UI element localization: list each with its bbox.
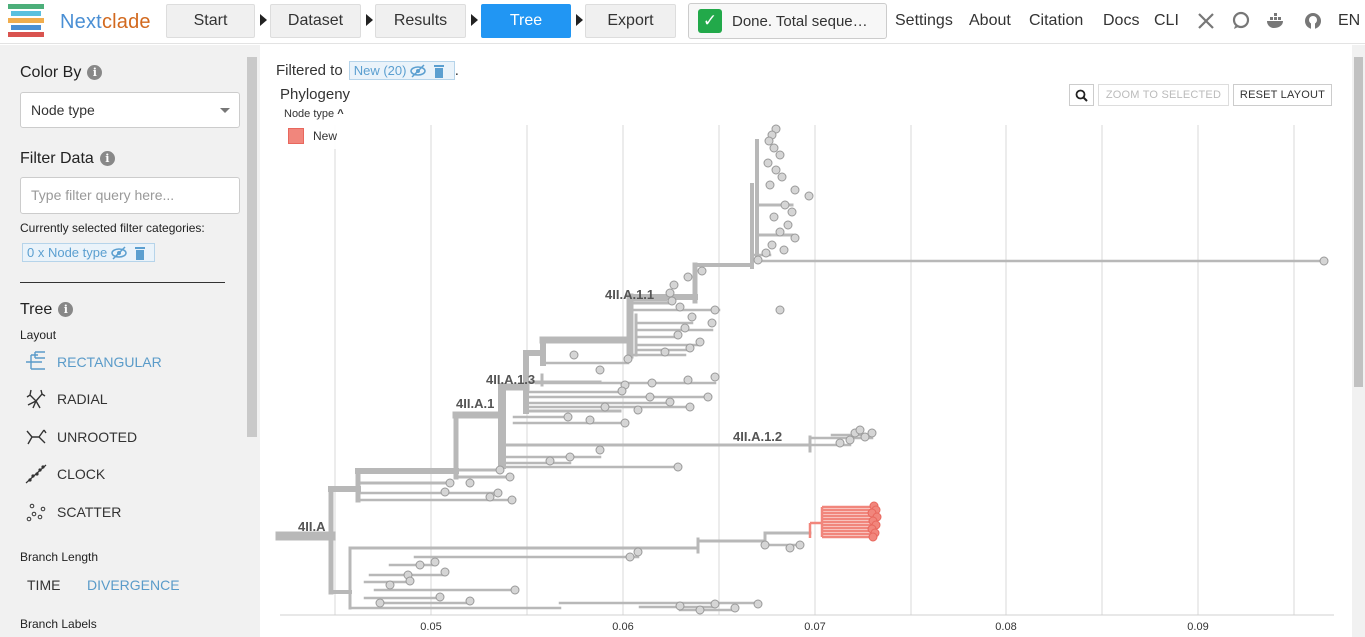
eye-slash-icon[interactable] [110,244,128,261]
x-tick-label: 0.05 [420,621,441,633]
tree-title: Tree [20,301,53,318]
main-panel: Filtered to New (20) . Phylogeny ZOOM TO… [260,45,1365,637]
sidebar-divider [20,282,225,283]
nav-citation-link[interactable]: Citation [1029,12,1083,30]
filter-query-input[interactable]: Type filter query here... [20,177,240,214]
check-icon: ✓ [698,9,722,33]
nav-settings-link[interactable]: Settings [895,12,953,30]
clade-label: 4II.A.1 [456,396,494,411]
step-arrow-icon [576,14,583,26]
step-start[interactable]: Start [166,4,255,38]
brand-part1: Next [60,11,102,33]
sidebar-scrollbar[interactable] [247,57,257,437]
color-by-title: Color By [20,64,82,81]
clade-label: 4II.A.1.1 [605,287,654,302]
nextclade-logo-icon [8,4,44,37]
step-results[interactable]: Results [375,4,466,38]
info-icon[interactable]: i [99,151,115,166]
unrooted-layout-icon [26,429,47,445]
layout-scatter-button[interactable]: SCATTER [24,499,121,525]
layout-rectangular-button[interactable]: RECTANGULAR [24,349,162,375]
filter-chip-label: 0 x Node type [27,245,108,260]
info-icon[interactable]: i [87,65,103,80]
status-text: Done. Total seque… [732,12,868,30]
language-selector[interactable]: EN [1338,12,1360,30]
x-tick-label: 0.09 [1187,621,1208,633]
main-scrollbar-thumb[interactable] [1354,57,1363,387]
docker-icon[interactable] [1266,11,1286,31]
layout-clock-button[interactable]: CLOCK [24,461,105,487]
analysis-status-button[interactable]: ✓ Done. Total seque… [688,3,887,39]
color-by-heading: Color By i [20,64,103,82]
step-arrow-icon [260,14,267,26]
filter-categories-label: Currently selected filter categories: [20,221,205,235]
layout-label-rectangular: RECTANGULAR [57,354,162,370]
color-by-value: Node type [31,102,95,118]
layout-label-clock: CLOCK [57,466,106,482]
branch-labels-label: Branch Labels [20,617,97,631]
step-tree[interactable]: Tree [481,4,571,38]
info-icon[interactable]: i [58,302,74,317]
step-export[interactable]: Export [585,4,676,38]
legend-title-text: Node type [284,108,335,120]
layout-label-radial: RADIAL [57,391,108,407]
layout-label-scatter: SCATTER [57,504,122,520]
legend-title[interactable]: Node type ^ [284,108,344,120]
radial-layout-icon [26,389,46,409]
nav-docs-link[interactable]: Docs [1103,12,1139,30]
chevron-down-icon [220,108,230,113]
sidebar: Color By i Node type Filter Data i Type fi… [0,45,260,637]
scatter-layout-icon [26,503,46,522]
step-arrow-icon [366,14,373,26]
filter-category-chip[interactable]: 0 x Node type [22,243,155,262]
layout-unrooted-button[interactable]: UNROOTED [24,424,137,450]
tree-heading: Tree i [20,301,74,319]
discussion-icon[interactable] [1231,11,1251,31]
filter-data-heading: Filter Data i [20,150,115,168]
nav-about-link[interactable]: About [969,12,1011,30]
layout-radial-button[interactable]: RADIAL [24,386,108,412]
x-tick-label: 0.06 [612,621,633,633]
clade-label: 4II.A.1.2 [733,429,782,444]
clock-layout-icon [25,464,47,484]
brand-name[interactable]: Nextclade [60,11,151,34]
legend-swatch-new [288,128,304,144]
top-navbar: Nextclade Start Dataset Results Tree Exp… [0,0,1365,44]
legend-label-new: New [313,129,338,143]
x-tick-label: 0.07 [804,621,825,633]
filter-data-title: Filter Data [20,150,94,167]
clade-label: 4II.A [298,519,326,534]
branch-length-divergence-option[interactable]: DIVERGENCE [87,577,180,593]
nav-cli-link[interactable]: CLI [1154,12,1179,30]
color-by-select[interactable]: Node type [20,92,240,128]
x-twitter-icon[interactable] [1196,11,1216,31]
branch-length-label: Branch Length [20,550,99,564]
x-tick-label: 0.08 [995,621,1016,633]
github-icon[interactable] [1303,11,1323,31]
trash-icon[interactable] [131,244,149,261]
chevron-up-icon: ^ [337,108,344,120]
layout-label: Layout [20,328,57,342]
step-arrow-icon [471,14,478,26]
step-dataset[interactable]: Dataset [270,4,361,38]
brand-part2: clade [101,11,151,33]
rectangular-layout-icon [26,351,45,370]
clade-label: 4II.A.1.3 [486,372,535,387]
branch-length-time-option[interactable]: TIME [27,577,60,593]
layout-label-unrooted: UNROOTED [57,429,138,445]
